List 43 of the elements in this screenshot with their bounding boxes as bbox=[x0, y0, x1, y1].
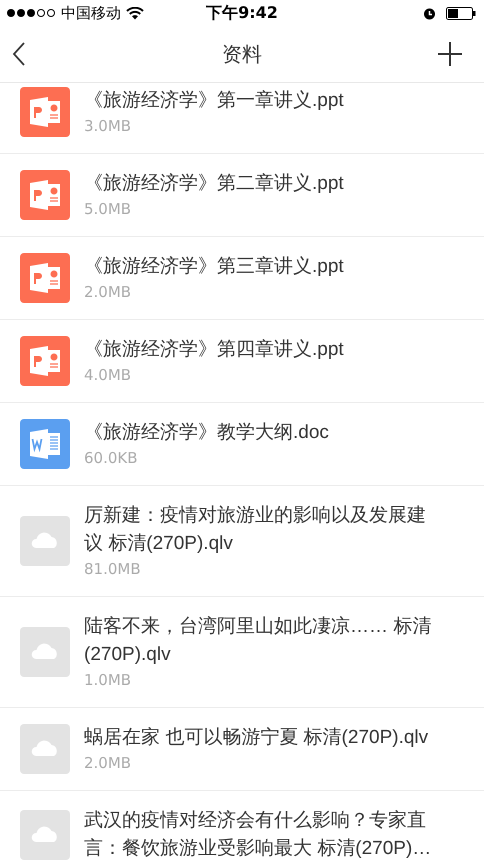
status-time: 下午9:42 bbox=[206, 2, 278, 24]
file-item[interactable]: 《旅游经济学》教学大纲.doc 60.0KB bbox=[0, 403, 484, 486]
carrier-name: 中国移动 bbox=[61, 4, 121, 22]
back-icon[interactable] bbox=[12, 42, 26, 66]
file-name: 蜗居在家 也可以畅游宁夏 标清(270P).qlv bbox=[84, 726, 428, 750]
presentation-file-icon bbox=[20, 336, 70, 386]
file-item[interactable]: 武汉的疫情对经济会有什么影响？专家直言：餐饮旅游业受影响最大 标清(270P)… bbox=[0, 791, 484, 861]
presentation-file-icon bbox=[20, 87, 70, 137]
add-icon[interactable] bbox=[438, 42, 462, 66]
file-item[interactable]: 蜗居在家 也可以畅游宁夏 标清(270P).qlv 2.0MB bbox=[0, 708, 484, 791]
file-size: 2.0MB bbox=[84, 753, 132, 774]
file-size: 4.0MB bbox=[84, 365, 132, 386]
file-item[interactable]: 《旅游经济学》第一章讲义.ppt 3.0MB bbox=[0, 83, 484, 154]
cloud-file-icon bbox=[20, 627, 70, 677]
file-item[interactable]: 陆客不来，台湾阿里山如此凄凉…… 标清(270P).qlv 1.0MB bbox=[0, 597, 484, 708]
cloud-file-icon bbox=[20, 724, 70, 774]
file-size: 81.0MB bbox=[84, 559, 142, 580]
signal-icon bbox=[6, 8, 56, 18]
page-title: 资料 bbox=[222, 40, 262, 68]
file-name: 厉新建：疫情对旅游业的影响以及发展建议 标清(270P).qlv bbox=[84, 504, 427, 556]
file-item[interactable]: 《旅游经济学》第四章讲义.ppt 4.0MB bbox=[0, 320, 484, 403]
file-item[interactable]: 厉新建：疫情对旅游业的影响以及发展建议 标清(270P).qlv 81.0MB bbox=[0, 486, 484, 597]
file-size: 60.0KB bbox=[84, 448, 139, 469]
file-size: 1.0MB bbox=[84, 670, 132, 691]
presentation-file-icon bbox=[20, 253, 70, 303]
file-item[interactable]: 《旅游经济学》第二章讲义.ppt 5.0MB bbox=[0, 154, 484, 237]
file-name: 《旅游经济学》第二章讲义.ppt bbox=[84, 172, 344, 196]
battery-icon bbox=[446, 6, 476, 20]
wifi-icon bbox=[126, 6, 144, 20]
file-name: 《旅游经济学》教学大纲.doc bbox=[84, 421, 329, 445]
file-size: 3.0MB bbox=[84, 116, 132, 137]
file-name: 武汉的疫情对经济会有什么影响？专家直言：餐饮旅游业受影响最大 标清(270P)… bbox=[84, 809, 432, 861]
file-size: 5.0MB bbox=[84, 199, 132, 220]
file-name: 陆客不来，台湾阿里山如此凄凉…… 标清(270P).qlv bbox=[84, 615, 432, 667]
file-item[interactable]: 《旅游经济学》第三章讲义.ppt 2.0MB bbox=[0, 237, 484, 320]
document-file-icon bbox=[20, 419, 70, 469]
file-size: 2.0MB bbox=[84, 282, 132, 303]
file-name: 《旅游经济学》第四章讲义.ppt bbox=[84, 338, 344, 362]
alarm-icon bbox=[423, 6, 436, 20]
file-name: 《旅游经济学》第三章讲义.ppt bbox=[84, 255, 344, 279]
file-name: 《旅游经济学》第一章讲义.ppt bbox=[84, 89, 344, 113]
cloud-file-icon bbox=[20, 516, 70, 566]
presentation-file-icon bbox=[20, 170, 70, 220]
